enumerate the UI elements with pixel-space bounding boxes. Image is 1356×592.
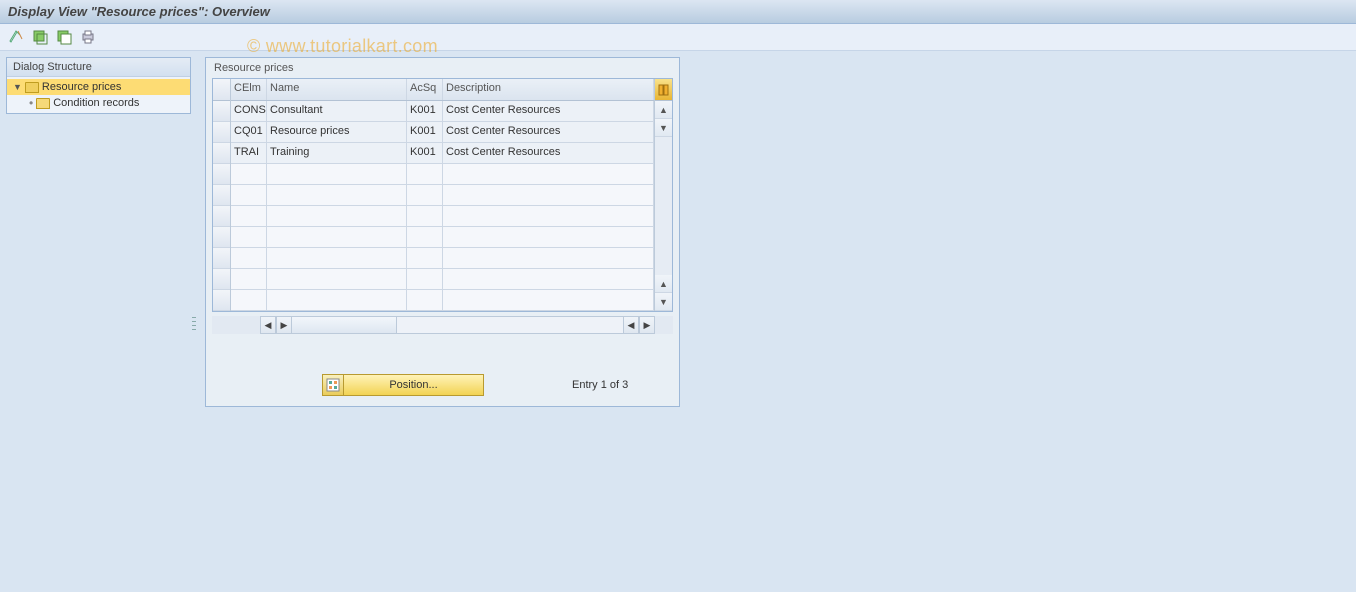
hscroll-thumb[interactable] [292, 317, 397, 333]
table-caption: Resource prices [212, 58, 673, 78]
print-icon[interactable] [78, 27, 98, 47]
app-toolbar [0, 24, 1356, 51]
deselect-all-icon[interactable] [54, 27, 74, 47]
table-row-empty [231, 248, 654, 269]
scroll-down-button[interactable]: ▼ [655, 293, 672, 311]
scroll-left-button[interactable]: ◀ [623, 316, 639, 334]
row-selector-column [213, 79, 231, 311]
row-selector[interactable] [213, 269, 230, 290]
grid-header-row: CElm Name AcSq Description [231, 79, 654, 101]
splitter-handle[interactable] [191, 57, 197, 591]
cell-acsq: K001 [407, 122, 443, 142]
row-selector[interactable] [213, 248, 230, 269]
folder-open-icon [25, 82, 39, 93]
scroll-right-button[interactable]: ▶ [276, 316, 292, 334]
resource-prices-grid: CElm Name AcSq Description CONS Consulta… [212, 78, 673, 312]
col-header-desc[interactable]: Description [443, 79, 654, 100]
row-selector[interactable] [213, 122, 230, 143]
cell-celm: CQ01 [231, 122, 267, 142]
tree-node-label: Condition records [53, 97, 139, 109]
select-all-icon[interactable] [30, 27, 50, 47]
col-header-name[interactable]: Name [267, 79, 407, 100]
entry-status: Entry 1 of 3 [572, 379, 628, 391]
cell-name: Resource prices [267, 122, 407, 142]
row-selector[interactable] [213, 290, 230, 311]
cell-name: Consultant [267, 101, 407, 121]
tree-collapse-icon[interactable]: ▼ [13, 82, 22, 92]
row-selector[interactable] [213, 185, 230, 206]
folder-closed-icon [36, 98, 50, 109]
cell-desc: Cost Center Resources [443, 143, 654, 163]
row-selector[interactable] [213, 101, 230, 122]
cell-acsq: K001 [407, 101, 443, 121]
toggle-edit-icon[interactable] [6, 27, 26, 47]
scroll-left-button[interactable]: ◀ [260, 316, 276, 334]
page-title: Display View "Resource prices": Overview [0, 0, 1356, 24]
scroll-down-button[interactable]: ▼ [655, 119, 672, 137]
scroll-track[interactable] [655, 137, 672, 275]
scroll-right-button[interactable]: ▶ [639, 316, 655, 334]
col-header-acsq[interactable]: AcSq [407, 79, 443, 100]
grid-horizontal-scrollbar: ◀ ▶ ◀ ▶ [212, 316, 673, 334]
table-settings-icon[interactable] [655, 79, 672, 101]
table-row-empty [231, 227, 654, 248]
hscroll-track[interactable] [292, 316, 623, 334]
scroll-up-button[interactable]: ▲ [655, 101, 672, 119]
scroll-up-button[interactable]: ▲ [655, 275, 672, 293]
position-button[interactable]: Position... [344, 374, 484, 396]
row-selector[interactable] [213, 206, 230, 227]
table-row-empty [231, 269, 654, 290]
table-row-empty [231, 206, 654, 227]
table-row[interactable]: CONS Consultant K001 Cost Center Resourc… [231, 101, 654, 122]
resource-prices-table-panel: Resource prices CEl [205, 57, 680, 407]
dialog-structure-panel: Dialog Structure ▼ Resource prices • Con… [6, 57, 191, 114]
splitter-grip-icon [192, 317, 196, 331]
table-row-empty [231, 164, 654, 185]
row-selector[interactable] [213, 143, 230, 164]
tree-leaf-bullet: • [29, 99, 33, 107]
tree-header: Dialog Structure [7, 58, 190, 77]
col-header-celm[interactable]: CElm [231, 79, 267, 100]
cell-name: Training [267, 143, 407, 163]
row-selector[interactable] [213, 164, 230, 185]
table-row-empty [231, 185, 654, 206]
cell-desc: Cost Center Resources [443, 122, 654, 142]
cell-acsq: K001 [407, 143, 443, 163]
cell-celm: CONS [231, 101, 267, 121]
table-row-empty [231, 290, 654, 311]
position-icon [322, 374, 344, 396]
tree-node-resource-prices[interactable]: ▼ Resource prices [7, 79, 190, 95]
grid-body: CElm Name AcSq Description CONS Consulta… [231, 79, 654, 311]
cell-celm: TRAI [231, 143, 267, 163]
cell-desc: Cost Center Resources [443, 101, 654, 121]
tree-node-label: Resource prices [42, 81, 121, 93]
row-selector-header[interactable] [213, 79, 230, 101]
table-row[interactable]: CQ01 Resource prices K001 Cost Center Re… [231, 122, 654, 143]
table-footer: Position... Entry 1 of 3 [212, 374, 673, 396]
content-container: Resource prices CEl [197, 51, 1356, 591]
grid-vertical-scrollbar: ▲ ▼ ▲ ▼ [654, 79, 672, 311]
main-area: Dialog Structure ▼ Resource prices • Con… [0, 51, 1356, 591]
table-row[interactable]: TRAI Training K001 Cost Center Resources [231, 143, 654, 164]
tree-node-condition-records[interactable]: • Condition records [7, 95, 190, 111]
row-selector[interactable] [213, 227, 230, 248]
